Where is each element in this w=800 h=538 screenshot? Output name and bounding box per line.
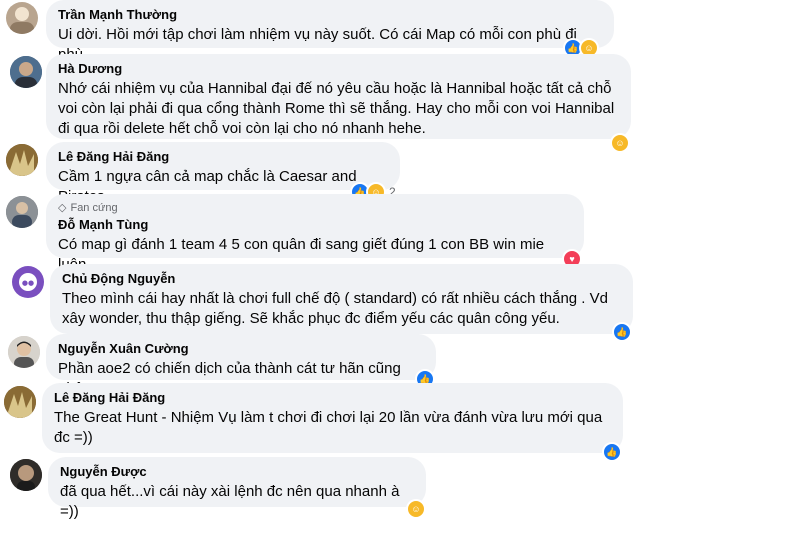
comment-text: Nhớ cái nhiệm vụ của Hannibal đại đế nó … xyxy=(58,80,615,137)
comment-text: Theo mình cái hay nhất là chơi full chế … xyxy=(62,290,608,327)
comment-bubble: Trần Mạnh Thường Ui dời. Hồi mới tập chơ… xyxy=(46,0,614,63)
comment-bubble: ◇ Fan cứng Đỗ Mạnh Tùng Có map gì đánh 1… xyxy=(46,194,584,273)
comment-text: đã qua hết...vì cái này xài lệnh đc nên … xyxy=(60,483,400,520)
comment-bubble: Chủ Động Nguyễn Theo mình cái hay nhất l… xyxy=(50,264,633,334)
avatar-photo-icon xyxy=(6,196,38,228)
haha-reaction-icon: ☺ xyxy=(406,499,426,519)
avatar[interactable] xyxy=(8,336,40,368)
fan-badge-label: Fan cứng xyxy=(70,202,118,214)
like-reaction-icon: 👍 xyxy=(602,442,622,462)
avatar-photo-icon xyxy=(10,459,42,491)
commenter-name[interactable]: Nguyễn Được xyxy=(60,464,414,480)
reaction-summary[interactable]: ☺ xyxy=(406,499,426,519)
like-reaction-icon: 👍 xyxy=(612,322,632,342)
avatar[interactable] xyxy=(10,459,42,491)
avatar-photo-icon xyxy=(10,7,34,34)
reaction-summary[interactable]: ☺ xyxy=(610,133,630,153)
commenter-name[interactable]: Lê Đăng Hải Đăng xyxy=(58,149,388,165)
comment-bubble: Lê Đăng Hải Đăng Cầm 1 ngựa cân cả map c… xyxy=(46,142,400,205)
avatar-photo-icon xyxy=(10,56,42,88)
avatar[interactable] xyxy=(6,196,38,228)
commenter-name[interactable]: Đỗ Mạnh Tùng xyxy=(58,217,572,233)
comment-bubble: Nguyễn Xuân Cường Phần aoe2 có chiến dịc… xyxy=(46,334,436,397)
avatar[interactable] xyxy=(4,386,36,418)
avatar-photo-icon xyxy=(8,336,40,368)
avatar[interactable] xyxy=(10,56,42,88)
avatar-photo-icon xyxy=(4,386,36,418)
avatar-photo-icon xyxy=(6,144,38,176)
avatar-logo-icon: ●● xyxy=(13,267,43,297)
reaction-summary[interactable]: 👍 xyxy=(602,442,622,462)
haha-reaction-icon: ☺ xyxy=(610,133,630,153)
comment-bubble: Lê Đăng Hải Đăng The Great Hunt - Nhiệm … xyxy=(42,383,623,453)
commenter-name[interactable]: Trần Mạnh Thường xyxy=(58,7,602,23)
avatar[interactable] xyxy=(6,2,38,34)
avatar[interactable]: ●● xyxy=(12,266,44,298)
reaction-summary[interactable]: 👍 xyxy=(612,322,632,342)
comment-text: The Great Hunt - Nhiệm Vụ làm t chơi đi … xyxy=(54,409,603,446)
commenter-name[interactable]: Lê Đăng Hải Đăng xyxy=(54,390,611,406)
commenter-name[interactable]: Nguyễn Xuân Cường xyxy=(58,341,424,357)
comment-bubble: Nguyễn Được đã qua hết...vì cái này xài … xyxy=(48,457,426,520)
commenter-name[interactable]: Chủ Động Nguyễn xyxy=(62,271,621,287)
fan-badge[interactable]: ◇ Fan cứng xyxy=(58,201,572,215)
svg-text:●●: ●● xyxy=(22,279,34,287)
commenter-name[interactable]: Hà Dương xyxy=(58,61,619,77)
diamond-icon: ◇ xyxy=(58,202,67,214)
comment-bubble: Hà Dương Nhớ cái nhiệm vụ của Hannibal đ… xyxy=(46,54,631,139)
avatar[interactable] xyxy=(6,144,38,176)
